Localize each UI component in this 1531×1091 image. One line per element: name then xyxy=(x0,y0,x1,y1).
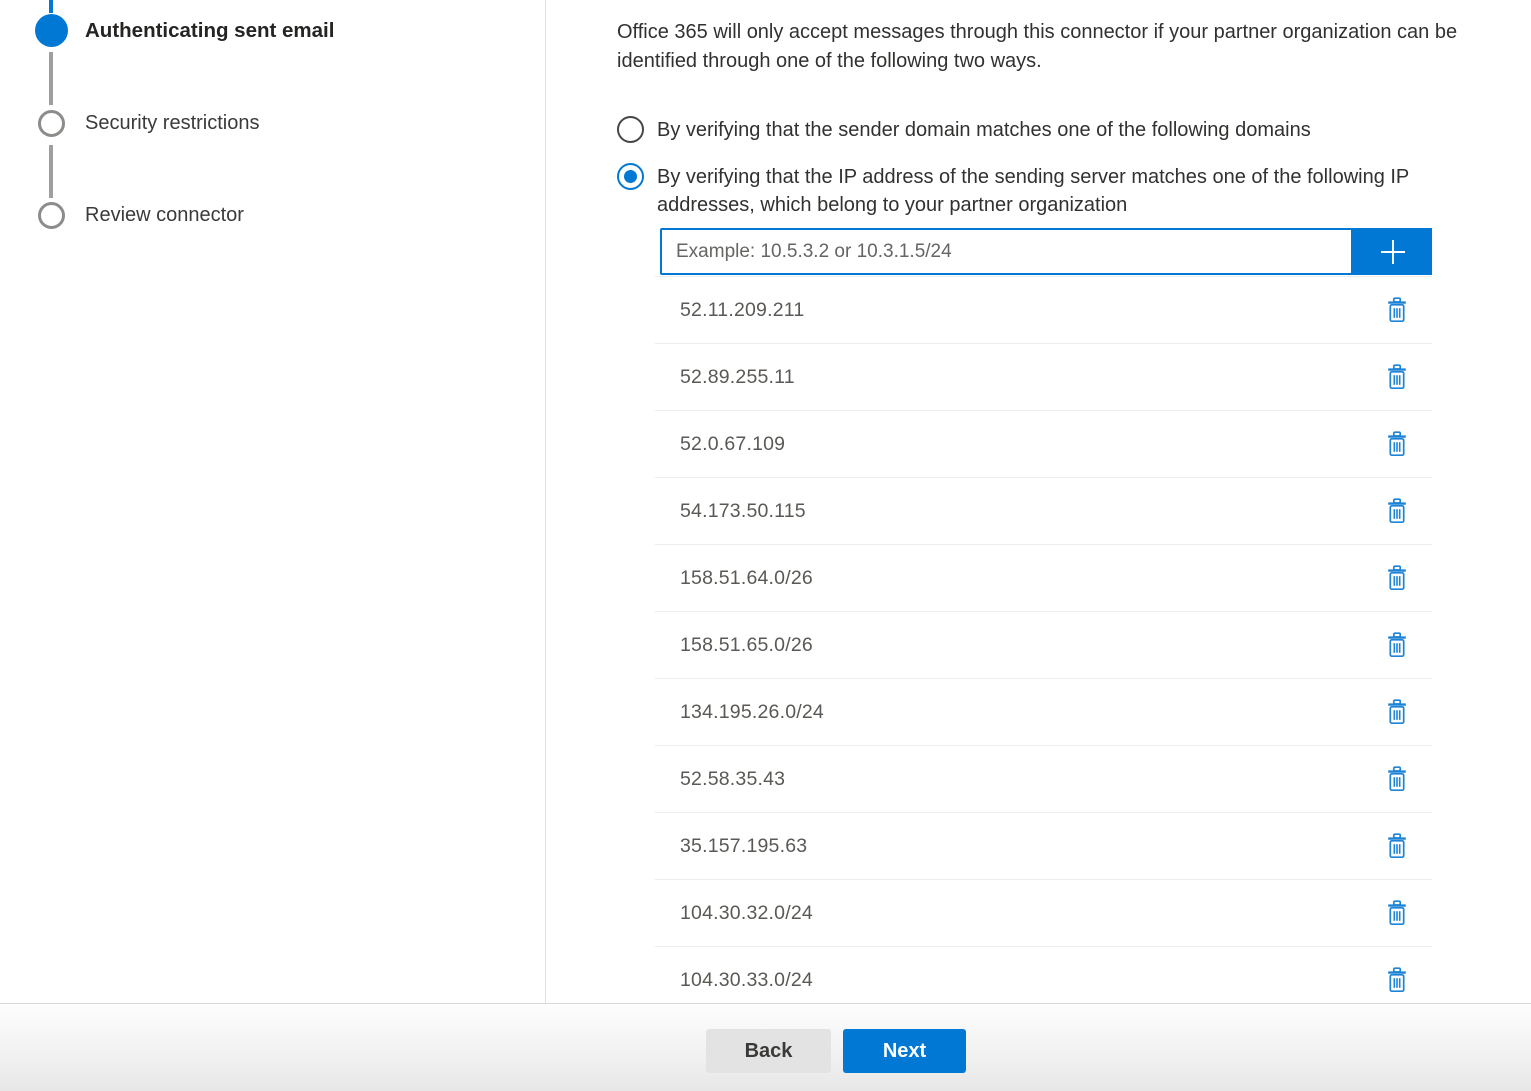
ip-list-row: 52.58.35.43 xyxy=(655,746,1432,813)
delete-ip-button[interactable] xyxy=(1382,360,1412,394)
ip-list-row: 54.173.50.115 xyxy=(655,478,1432,545)
radio-unselected-icon[interactable] xyxy=(617,116,644,143)
ip-list: 52.11.209.211 52.89.255.11 xyxy=(655,276,1432,1014)
step-review-connector: Review connector xyxy=(85,204,244,227)
ip-address: 52.0.67.109 xyxy=(680,433,785,456)
verification-options: By verifying that the sender domain matc… xyxy=(617,116,1531,219)
ip-address: 134.195.26.0/24 xyxy=(680,701,824,724)
trash-icon xyxy=(1386,297,1408,323)
delete-ip-button[interactable] xyxy=(1382,829,1412,863)
ip-list-row: 158.51.65.0/26 xyxy=(655,612,1432,679)
ip-address: 104.30.32.0/24 xyxy=(680,902,813,925)
radio-selected-icon[interactable] xyxy=(617,163,644,190)
ip-list-row: 52.0.67.109 xyxy=(655,411,1432,478)
page-description: Office 365 will only accept messages thr… xyxy=(617,18,1531,75)
ip-list-row: 35.157.195.63 xyxy=(655,813,1432,880)
trash-icon xyxy=(1386,498,1408,524)
step-security-restrictions: Security restrictions xyxy=(85,112,260,135)
ip-list-row: 52.89.255.11 xyxy=(655,344,1432,411)
trash-icon xyxy=(1386,364,1408,390)
wizard-layout: Authenticating sent email Security restr… xyxy=(0,0,1531,1003)
ip-list-row: 104.30.32.0/24 xyxy=(655,880,1432,947)
trash-icon xyxy=(1386,699,1408,725)
trash-icon xyxy=(1386,967,1408,993)
step-authenticating-sent-email: Authenticating sent email xyxy=(85,19,334,43)
step-circle-upcoming xyxy=(38,110,65,137)
trash-icon xyxy=(1386,431,1408,457)
ip-address: 104.30.33.0/24 xyxy=(680,969,813,992)
ip-address: 52.11.209.211 xyxy=(680,299,804,322)
ip-list-row: 52.11.209.211 xyxy=(655,277,1432,344)
delete-ip-button[interactable] xyxy=(1382,762,1412,796)
ip-address: 54.173.50.115 xyxy=(680,500,806,523)
ip-address-input[interactable] xyxy=(660,228,1353,275)
option-ip-address[interactable]: By verifying that the IP address of the … xyxy=(617,163,1531,219)
delete-ip-button[interactable] xyxy=(1382,427,1412,461)
wizard-stepper: Authenticating sent email Security restr… xyxy=(0,0,546,1003)
next-button[interactable]: Next xyxy=(843,1029,966,1073)
delete-ip-button[interactable] xyxy=(1382,293,1412,327)
delete-ip-button[interactable] xyxy=(1382,695,1412,729)
ip-address: 158.51.65.0/26 xyxy=(680,634,813,657)
delete-ip-button[interactable] xyxy=(1382,561,1412,595)
option-label: By verifying that the sender domain matc… xyxy=(657,116,1311,144)
add-ip-button[interactable] xyxy=(1353,228,1432,275)
trash-icon xyxy=(1386,900,1408,926)
ip-address: 158.51.64.0/26 xyxy=(680,567,813,590)
main-content: Office 365 will only accept messages thr… xyxy=(546,0,1531,1003)
option-sender-domain[interactable]: By verifying that the sender domain matc… xyxy=(617,116,1531,144)
ip-address: 52.58.35.43 xyxy=(680,768,785,791)
delete-ip-button[interactable] xyxy=(1382,494,1412,528)
option-label: By verifying that the IP address of the … xyxy=(657,163,1475,219)
trash-icon xyxy=(1386,632,1408,658)
step-circle-upcoming xyxy=(38,202,65,229)
ip-address: 52.89.255.11 xyxy=(680,366,795,389)
ip-address: 35.157.195.63 xyxy=(680,835,807,858)
delete-ip-button[interactable] xyxy=(1382,896,1412,930)
plus-icon xyxy=(1378,237,1408,267)
ip-list-row: 134.195.26.0/24 xyxy=(655,679,1432,746)
trash-icon xyxy=(1386,565,1408,591)
ip-input-row xyxy=(660,228,1432,275)
delete-ip-button[interactable] xyxy=(1382,628,1412,662)
step-circle-current xyxy=(35,14,68,47)
ip-list-row: 158.51.64.0/26 xyxy=(655,545,1432,612)
trash-icon xyxy=(1386,833,1408,859)
step-connector-top xyxy=(49,0,53,13)
delete-ip-button[interactable] xyxy=(1382,963,1412,997)
step-connector xyxy=(49,52,53,105)
back-button[interactable]: Back xyxy=(706,1029,831,1073)
wizard-footer: Back Next xyxy=(0,1003,1531,1091)
step-connector xyxy=(49,145,53,198)
trash-icon xyxy=(1386,766,1408,792)
